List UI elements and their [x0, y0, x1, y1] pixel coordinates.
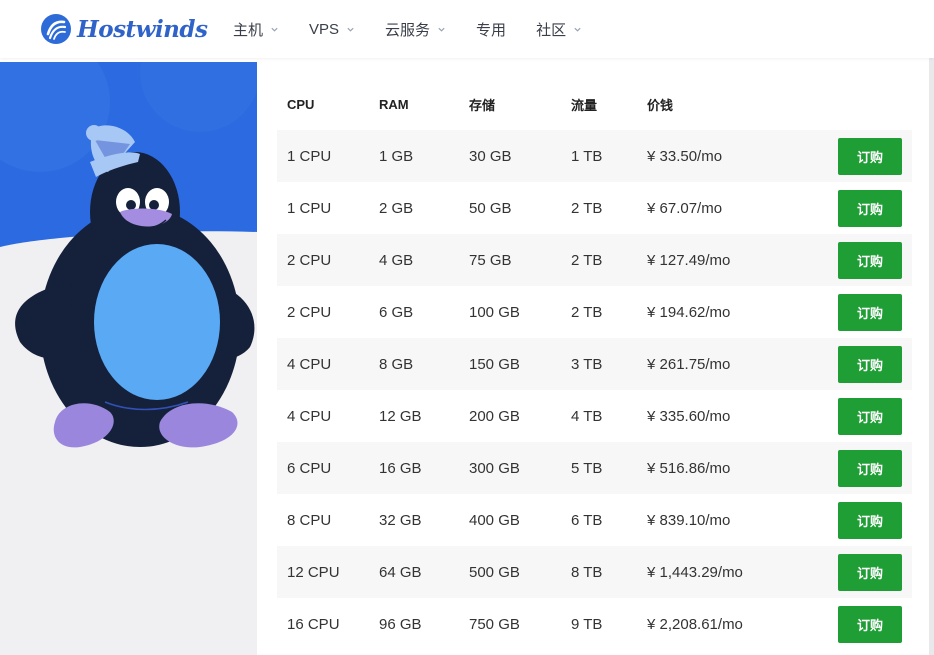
- cell-price: ¥ 1,443.29/mo: [647, 563, 743, 581]
- hostwinds-logo-icon: [41, 14, 71, 44]
- chevron-down-icon: [347, 27, 354, 32]
- header-storage: 存储: [469, 97, 496, 113]
- cell-price: ¥ 33.50/mo: [647, 147, 723, 165]
- chevron-down-icon: [574, 27, 581, 32]
- table-row: 6 CPU 16 GB 300 GB 5 TB ¥ 516.86/mo 订购: [277, 442, 912, 494]
- cell-ram: 96 GB: [379, 615, 422, 633]
- cell-cpu: 4 CPU: [287, 355, 332, 373]
- order-button[interactable]: 订购: [838, 397, 902, 435]
- chevron-down-icon: [271, 27, 278, 32]
- cell-traffic: 2 TB: [571, 303, 603, 321]
- cell-storage: 400 GB: [469, 511, 520, 529]
- cell-cpu: 6 CPU: [287, 459, 332, 477]
- cell-cpu: 1 CPU: [287, 199, 332, 217]
- cell-price: ¥ 261.75/mo: [647, 355, 731, 373]
- scrollbar[interactable]: [929, 58, 934, 655]
- cell-price: ¥ 194.62/mo: [647, 303, 731, 321]
- order-button[interactable]: 订购: [838, 189, 902, 227]
- cell-storage: 100 GB: [469, 303, 520, 321]
- nav-item-vps[interactable]: VPS: [309, 0, 355, 58]
- cell-storage: 300 GB: [469, 459, 520, 477]
- cell-ram: 8 GB: [379, 355, 414, 373]
- cell-cpu: 12 CPU: [287, 563, 340, 581]
- cell-price: ¥ 839.10/mo: [647, 511, 731, 529]
- order-button[interactable]: 订购: [838, 501, 902, 539]
- table-row: 4 CPU 8 GB 150 GB 3 TB ¥ 261.75/mo 订购: [277, 338, 912, 390]
- linux-penguin-illustration: [0, 62, 257, 448]
- cell-cpu: 2 CPU: [287, 251, 332, 269]
- cell-ram: 1 GB: [379, 147, 414, 165]
- cell-ram: 12 GB: [379, 407, 422, 425]
- cell-traffic: 6 TB: [571, 511, 603, 529]
- order-button[interactable]: 订购: [838, 293, 902, 331]
- main-nav: 主机 VPS 云服务 专用 社区: [233, 0, 612, 58]
- nav-item-community[interactable]: 社区: [536, 0, 582, 58]
- cell-cpu: 4 CPU: [287, 407, 332, 425]
- header-price: 价钱: [647, 97, 674, 113]
- header-traffic: 流量: [571, 97, 598, 113]
- cell-storage: 750 GB: [469, 615, 520, 633]
- pricing-table: CPU RAM 存储 流量 价钱 1 CPU 1 GB 30 GB 1 TB ¥…: [277, 78, 912, 650]
- cell-storage: 50 GB: [469, 199, 512, 217]
- cell-traffic: 2 TB: [571, 251, 603, 269]
- order-button[interactable]: 订购: [838, 137, 902, 175]
- brand-name: Hostwinds: [77, 15, 208, 43]
- cell-cpu: 2 CPU: [287, 303, 332, 321]
- hero-panel: [0, 62, 257, 655]
- cell-ram: 4 GB: [379, 251, 414, 269]
- cell-ram: 32 GB: [379, 511, 422, 529]
- cell-traffic: 3 TB: [571, 355, 603, 373]
- cell-traffic: 8 TB: [571, 563, 603, 581]
- table-row: 2 CPU 6 GB 100 GB 2 TB ¥ 194.62/mo 订购: [277, 286, 912, 338]
- table-header: CPU RAM 存储 流量 价钱: [277, 78, 912, 130]
- order-button[interactable]: 订购: [838, 553, 902, 591]
- cell-cpu: 1 CPU: [287, 147, 332, 165]
- cell-price: ¥ 516.86/mo: [647, 459, 731, 477]
- cell-price: ¥ 127.49/mo: [647, 251, 731, 269]
- table-row: 4 CPU 12 GB 200 GB 4 TB ¥ 335.60/mo 订购: [277, 390, 912, 442]
- table-row: 1 CPU 2 GB 50 GB 2 TB ¥ 67.07/mo 订购: [277, 182, 912, 234]
- nav-item-cloud[interactable]: 云服务: [385, 0, 446, 58]
- header-ram: RAM: [379, 96, 409, 112]
- cell-price: ¥ 67.07/mo: [647, 199, 723, 217]
- table-row: 8 CPU 32 GB 400 GB 6 TB ¥ 839.10/mo 订购: [277, 494, 912, 546]
- header-cpu: CPU: [287, 96, 315, 112]
- cell-storage: 500 GB: [469, 563, 520, 581]
- cell-traffic: 9 TB: [571, 615, 603, 633]
- order-button[interactable]: 订购: [838, 345, 902, 383]
- chevron-down-icon: [438, 27, 445, 32]
- table-row: 12 CPU 64 GB 500 GB 8 TB ¥ 1,443.29/mo 订…: [277, 546, 912, 598]
- cell-storage: 30 GB: [469, 147, 512, 165]
- cell-ram: 16 GB: [379, 459, 422, 477]
- table-row: 2 CPU 4 GB 75 GB 2 TB ¥ 127.49/mo 订购: [277, 234, 912, 286]
- nav-item-label: 主机: [233, 21, 264, 39]
- cell-cpu: 16 CPU: [287, 615, 340, 633]
- nav-item-hosting[interactable]: 主机: [233, 0, 279, 58]
- cell-price: ¥ 335.60/mo: [647, 407, 731, 425]
- cell-traffic: 5 TB: [571, 459, 603, 477]
- cell-cpu: 8 CPU: [287, 511, 332, 529]
- cell-traffic: 2 TB: [571, 199, 603, 217]
- hostwinds-logo[interactable]: Hostwinds: [41, 13, 208, 45]
- nav-item-label: 专用: [476, 21, 507, 39]
- cell-storage: 150 GB: [469, 355, 520, 373]
- nav-item-dedicated[interactable]: 专用: [476, 0, 506, 58]
- table-row: 1 CPU 1 GB 30 GB 1 TB ¥ 33.50/mo 订购: [277, 130, 912, 182]
- order-button[interactable]: 订购: [838, 449, 902, 487]
- nav-item-label: 社区: [536, 21, 567, 39]
- cell-ram: 64 GB: [379, 563, 422, 581]
- cell-traffic: 4 TB: [571, 407, 603, 425]
- cell-storage: 200 GB: [469, 407, 520, 425]
- cell-storage: 75 GB: [469, 251, 512, 269]
- nav-item-label: VPS: [309, 20, 340, 38]
- cell-traffic: 1 TB: [571, 147, 603, 165]
- order-button[interactable]: 订购: [838, 241, 902, 279]
- site-header: Hostwinds 主机 VPS 云服务 专用 社区: [0, 0, 934, 58]
- cell-ram: 6 GB: [379, 303, 414, 321]
- table-row: 16 CPU 96 GB 750 GB 9 TB ¥ 2,208.61/mo 订…: [277, 598, 912, 650]
- cell-ram: 2 GB: [379, 199, 414, 217]
- nav-item-label: 云服务: [385, 21, 431, 39]
- cell-price: ¥ 2,208.61/mo: [647, 615, 743, 633]
- order-button[interactable]: 订购: [838, 605, 902, 643]
